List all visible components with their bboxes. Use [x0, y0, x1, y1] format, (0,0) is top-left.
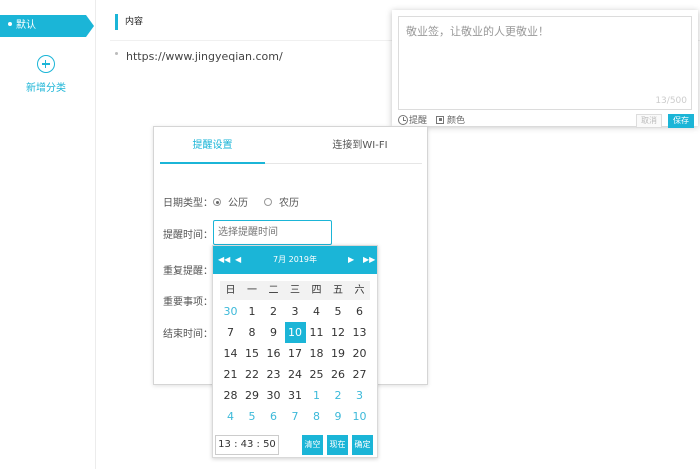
clear-button[interactable]: 清空 — [302, 435, 323, 455]
note-list-item[interactable]: https://www.jingyeqian.com/ — [115, 50, 283, 63]
calendar-day[interactable]: 20 — [349, 343, 370, 364]
note-placeholder: 敬业签，让敬业的人更敬业！ — [406, 25, 549, 38]
date-type-label: 日期类型： — [163, 198, 213, 209]
day-grid: 30 1 2 3 4 5 6 7 8 9 10 11 12 13 14 15 16 17 18 19 20 21 22 23 2… — [220, 301, 370, 427]
weekday-label: 日 — [225, 285, 236, 296]
calendar-day[interactable]: 1 — [242, 301, 263, 322]
calendar-day[interactable]: 17 — [285, 343, 306, 364]
calendar-day[interactable]: 5 — [328, 301, 349, 322]
calendar-day[interactable]: 12 — [328, 322, 349, 343]
next-year-icon[interactable]: ▶▶ — [363, 246, 375, 274]
calendar-day[interactable]: 24 — [285, 364, 306, 385]
calendar-day-selected[interactable]: 10 — [284, 322, 306, 343]
calendar-day-other-month[interactable]: 5 — [242, 406, 263, 427]
calendar-day-other-month[interactable]: 3 — [349, 385, 370, 406]
calendar-day[interactable]: 19 — [328, 343, 349, 364]
weekday-label: 一 — [247, 285, 257, 296]
date-picker: ◀◀ ◀ 7月 2019年 ▶ ▶▶ 日 一 二 三 四 五 六 30 1 2 3 4 5… — [212, 245, 378, 458]
note-url-text: https://www.jingyeqian.com/ — [126, 50, 283, 63]
calendar-day[interactable]: 11 — [306, 322, 327, 343]
calendar-day[interactable]: 22 — [242, 364, 263, 385]
calendar-day-other-month[interactable]: 8 — [306, 406, 327, 427]
weekday-header: 日 一 二 三 四 五 六 — [220, 281, 370, 300]
calendar-day-other-month[interactable]: 9 — [328, 406, 349, 427]
weekday-label: 五 — [333, 285, 343, 296]
calendar-day[interactable]: 4 — [306, 301, 327, 322]
calendar-day[interactable]: 31 — [285, 385, 306, 406]
tab-reminder-settings[interactable]: 提醒设置 — [160, 127, 265, 164]
color-tool[interactable]: 颜色 — [436, 114, 465, 128]
save-button[interactable]: 保存 — [668, 114, 694, 128]
dialog-tabs: 提醒设置 连接到WI-FI — [160, 127, 422, 164]
calendar-day[interactable]: 26 — [328, 364, 349, 385]
repeat-label: 重复提醒： — [163, 266, 213, 277]
calendar-day-other-month[interactable]: 4 — [220, 406, 241, 427]
date-picker-footer: 13 : 43 : 50 清空 现在 确定 — [213, 433, 377, 457]
color-tool-label: 颜色 — [447, 116, 466, 126]
calendar-day[interactable]: 30 — [263, 385, 284, 406]
note-editor-popover: 敬业签，让敬业的人更敬业！ 13/500 提醒 颜色 取消 保存 — [392, 10, 698, 128]
category-default-label: 默认 — [16, 20, 36, 31]
end-time-label: 结束时间： — [163, 329, 213, 340]
next-month-icon[interactable]: ▶ — [348, 246, 354, 274]
calendar-day-other-month[interactable]: 30 — [220, 301, 241, 322]
calendar-day[interactable]: 23 — [263, 364, 284, 385]
calendar-day-other-month[interactable]: 1 — [306, 385, 327, 406]
radio-gregorian[interactable]: 公历 — [213, 194, 248, 209]
note-toolbar: 提醒 颜色 取消 保存 — [398, 114, 694, 128]
weekday-label: 二 — [268, 285, 279, 296]
tab-connect-wifi[interactable]: 连接到WI-FI — [298, 127, 422, 164]
calendar-day[interactable]: 18 — [306, 343, 327, 364]
calendar-day[interactable]: 21 — [220, 364, 241, 385]
now-button[interactable]: 现在 — [327, 435, 348, 455]
weekday-label: 三 — [290, 285, 300, 296]
calendar-day-other-month[interactable]: 10 — [349, 406, 370, 427]
radio-lunar[interactable]: 农历 — [264, 194, 299, 209]
radio-gregorian-label: 公历 — [228, 198, 248, 209]
color-square-icon — [436, 115, 444, 124]
plus-circle-icon — [37, 55, 55, 73]
radio-unchecked-icon — [264, 198, 272, 206]
calendar-day[interactable]: 13 — [349, 322, 370, 343]
calendar-day[interactable]: 2 — [263, 301, 284, 322]
confirm-button[interactable]: 确定 — [352, 435, 373, 455]
category-default[interactable]: 默认 — [0, 15, 94, 37]
content-section-title: 内容 — [115, 14, 143, 30]
radio-lunar-label: 农历 — [279, 198, 299, 209]
radio-checked-icon — [213, 198, 221, 206]
weekday-label: 四 — [311, 285, 322, 296]
bullet-dot-icon — [8, 22, 12, 26]
calendar-day[interactable]: 27 — [349, 364, 370, 385]
category-sidebar: 默认 新增分类 — [0, 0, 96, 469]
calendar-day[interactable]: 29 — [242, 385, 263, 406]
bullet-icon — [115, 51, 118, 55]
calendar-day-other-month[interactable]: 6 — [263, 406, 284, 427]
character-counter: 13/500 — [655, 96, 687, 106]
reminder-tool-label: 提醒 — [409, 116, 428, 126]
add-category-button[interactable]: 新增分类 — [0, 55, 92, 94]
cancel-button[interactable]: 取消 — [636, 114, 662, 128]
calendar-day[interactable]: 28 — [220, 385, 241, 406]
add-category-label: 新增分类 — [26, 83, 66, 94]
app-root: 默认 新增分类 内容 https://www.jingyeqian.com/ 敬… — [0, 0, 700, 469]
date-picker-header: ◀◀ ◀ 7月 2019年 ▶ ▶▶ — [213, 246, 377, 274]
calendar-day[interactable]: 15 — [242, 343, 263, 364]
calendar-day[interactable]: 14 — [220, 343, 241, 364]
calendar-day[interactable]: 9 — [263, 322, 284, 343]
remind-time-label: 提醒时间： — [163, 230, 213, 241]
calendar-day-other-month[interactable]: 7 — [285, 406, 306, 427]
important-label: 重要事项： — [163, 297, 213, 308]
remind-time-input[interactable]: 选择提醒时间 — [213, 220, 332, 245]
clock-icon — [398, 114, 408, 125]
calendar-day[interactable]: 25 — [306, 364, 327, 385]
calendar-day-other-month[interactable]: 2 — [328, 385, 349, 406]
calendar-day[interactable]: 3 — [285, 301, 306, 322]
calendar-day[interactable]: 8 — [242, 322, 263, 343]
time-input[interactable]: 13 : 43 : 50 — [215, 435, 279, 455]
weekday-label: 六 — [354, 285, 365, 296]
calendar-day[interactable]: 7 — [220, 322, 241, 343]
calendar-day[interactable]: 6 — [349, 301, 370, 322]
note-textarea[interactable]: 敬业签，让敬业的人更敬业！ 13/500 — [398, 16, 692, 110]
calendar-day[interactable]: 16 — [263, 343, 284, 364]
